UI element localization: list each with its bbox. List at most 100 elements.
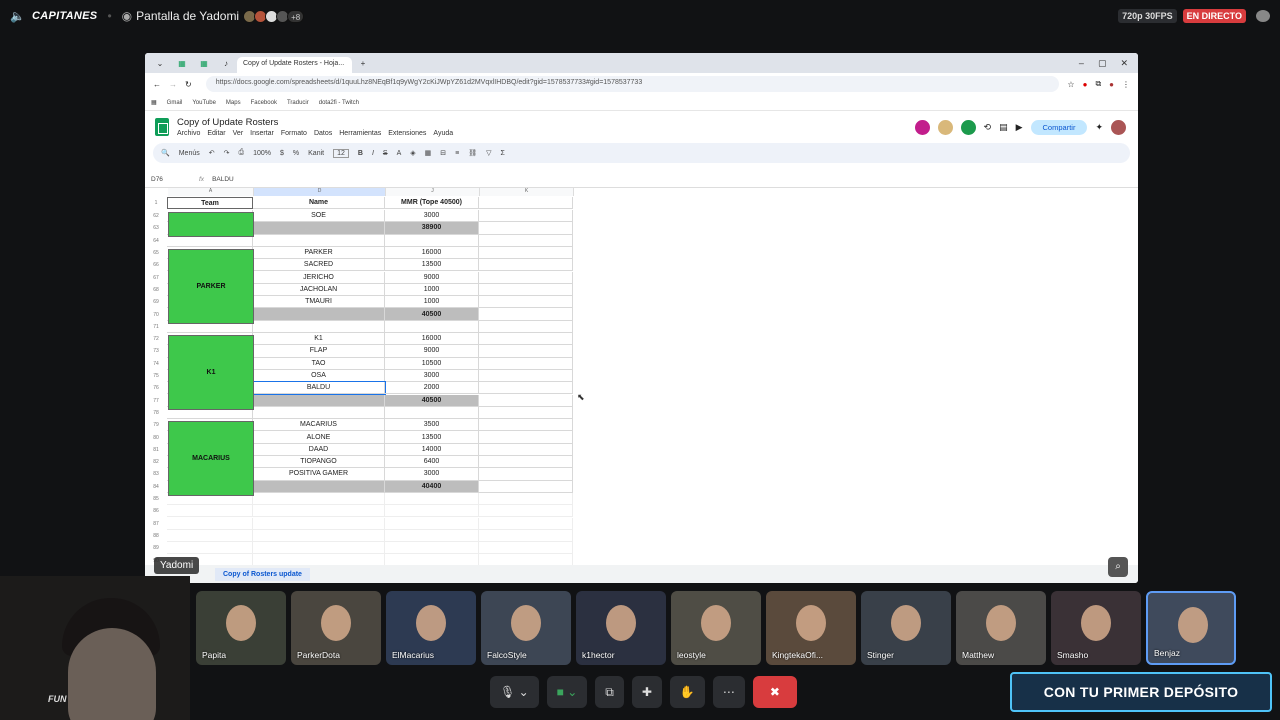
- currency-icon[interactable]: $: [280, 150, 284, 157]
- participant-tile[interactable]: FalcoStyle: [481, 591, 571, 665]
- row-number[interactable]: 80: [145, 435, 167, 441]
- name-cell[interactable]: [253, 222, 385, 235]
- mmr-cell[interactable]: [385, 529, 479, 543]
- mmr-cell[interactable]: 40400: [385, 480, 479, 493]
- disconnect-button[interactable]: ✖: [752, 676, 797, 708]
- bookmark-item[interactable]: Traducir: [287, 100, 309, 106]
- row-number[interactable]: 85: [145, 496, 167, 502]
- row-number[interactable]: 65: [145, 250, 167, 256]
- team-cell[interactable]: [167, 505, 253, 518]
- mmr-cell[interactable]: 40500: [385, 394, 479, 407]
- filter-icon[interactable]: ▽: [486, 149, 491, 157]
- close-icon[interactable]: ✕: [1120, 58, 1128, 69]
- team-header[interactable]: Team: [167, 197, 253, 210]
- empty-cell[interactable]: [479, 210, 573, 223]
- row-number[interactable]: 89: [145, 545, 167, 551]
- name-cell[interactable]: JACHOLAN: [253, 283, 385, 297]
- zoom-icon[interactable]: ⌕: [1108, 557, 1128, 577]
- row-number[interactable]: 74: [145, 361, 167, 367]
- mmr-cell[interactable]: 13500: [385, 431, 479, 444]
- mmr-cell[interactable]: [385, 542, 479, 555]
- collaborator-avatar[interactable]: [960, 119, 976, 135]
- gemini-icon[interactable]: ✦: [1095, 122, 1103, 133]
- empty-cell[interactable]: [479, 222, 573, 235]
- name-cell[interactable]: POSITIVA GAMER: [253, 468, 385, 481]
- mmr-cell[interactable]: 10500: [385, 357, 479, 370]
- mmr-cell[interactable]: [385, 492, 479, 506]
- participant-tile[interactable]: Stinger: [861, 591, 951, 665]
- empty-cell[interactable]: [479, 234, 573, 247]
- name-cell[interactable]: OSA: [253, 369, 385, 383]
- bookmark-item[interactable]: Maps: [226, 100, 241, 106]
- menu-item[interactable]: Herramientas: [339, 130, 381, 137]
- speaker-icon[interactable]: 🔈: [10, 9, 26, 23]
- team-block[interactable]: MACARIUS: [168, 421, 254, 496]
- collaborator-avatar[interactable]: [914, 119, 930, 135]
- name-cell[interactable]: TAO: [253, 357, 385, 370]
- redo-icon[interactable]: ↷: [224, 149, 230, 157]
- profile-icon[interactable]: ●: [1109, 80, 1114, 89]
- empty-cell[interactable]: [479, 431, 573, 444]
- row-number[interactable]: 86: [145, 508, 167, 514]
- row-number[interactable]: 62: [145, 213, 167, 219]
- percent-icon[interactable]: %: [293, 150, 299, 157]
- functions-icon[interactable]: Σ: [501, 150, 505, 157]
- mmr-cell[interactable]: 3000: [385, 468, 479, 481]
- empty-cell[interactable]: [479, 456, 573, 469]
- name-cell[interactable]: DAAD: [253, 443, 385, 456]
- mmr-cell[interactable]: 16000: [385, 246, 479, 260]
- sheet-grid[interactable]: A D J K 1 Team Name MMR (Tope 40500) 62 S…: [145, 188, 1138, 567]
- menu-item[interactable]: Insertar: [250, 130, 274, 137]
- participant-tile[interactable]: Smasho: [1051, 591, 1141, 665]
- share-screen-button[interactable]: ⧉: [595, 676, 624, 708]
- name-cell[interactable]: [253, 492, 385, 506]
- menu-item[interactable]: Datos: [314, 130, 332, 137]
- empty-cell[interactable]: [479, 394, 573, 407]
- empty-cell[interactable]: [479, 333, 573, 346]
- empty-cell[interactable]: [479, 283, 573, 297]
- empty-cell[interactable]: [479, 443, 573, 456]
- name-header[interactable]: Name: [253, 197, 385, 210]
- apps-icon[interactable]: ▦: [151, 99, 157, 106]
- name-cell[interactable]: FLAP: [253, 345, 385, 358]
- bookmark-item[interactable]: dota2fi - Twitch: [319, 100, 359, 106]
- align-icon[interactable]: ≡: [455, 150, 459, 157]
- empty-cell[interactable]: [479, 480, 573, 493]
- merge-icon[interactable]: ⊟: [440, 149, 446, 157]
- borders-icon[interactable]: ▦: [425, 149, 432, 157]
- name-cell[interactable]: SOE: [253, 210, 385, 223]
- bookmark-item[interactable]: Gmail: [167, 100, 183, 106]
- mmr-cell[interactable]: 3000: [385, 210, 479, 223]
- empty-cell[interactable]: [479, 406, 573, 420]
- new-tab-icon[interactable]: +: [352, 59, 374, 68]
- empty-cell[interactable]: [479, 259, 573, 272]
- row-number[interactable]: 82: [145, 459, 167, 465]
- participant-tile[interactable]: k1hector: [576, 591, 666, 665]
- column-header[interactable]: K: [480, 188, 574, 196]
- italic-icon[interactable]: I: [372, 150, 374, 157]
- empty-cell[interactable]: [479, 246, 573, 260]
- extension-icon[interactable]: ●: [1083, 80, 1088, 89]
- viewer-avatars[interactable]: +8: [243, 9, 305, 23]
- empty-cell[interactable]: [479, 542, 573, 555]
- empty-cell[interactable]: [479, 468, 573, 481]
- mmr-cell[interactable]: 1000: [385, 296, 479, 309]
- name-cell[interactable]: [253, 517, 385, 530]
- empty-cell[interactable]: [479, 345, 573, 358]
- row-number[interactable]: 73: [145, 348, 167, 354]
- text-color-icon[interactable]: A: [397, 150, 402, 157]
- name-cell[interactable]: PARKER: [253, 246, 385, 260]
- name-cell[interactable]: SACRED: [253, 259, 385, 272]
- mmr-cell[interactable]: [385, 234, 479, 247]
- collaborator-avatar[interactable]: [937, 119, 953, 135]
- mmr-cell[interactable]: 9000: [385, 345, 479, 358]
- minimize-icon[interactable]: –: [1079, 58, 1084, 69]
- menu-item[interactable]: Ver: [233, 130, 244, 137]
- maximize-icon[interactable]: ▢: [1098, 58, 1107, 69]
- row-number[interactable]: 63: [145, 225, 167, 231]
- cell-reference[interactable]: D76: [151, 176, 199, 183]
- mmr-cell[interactable]: 40500: [385, 308, 479, 321]
- bookmark-item[interactable]: YouTube: [192, 100, 216, 106]
- mmr-cell[interactable]: 38900: [385, 222, 479, 235]
- menu-item[interactable]: Formato: [281, 130, 307, 137]
